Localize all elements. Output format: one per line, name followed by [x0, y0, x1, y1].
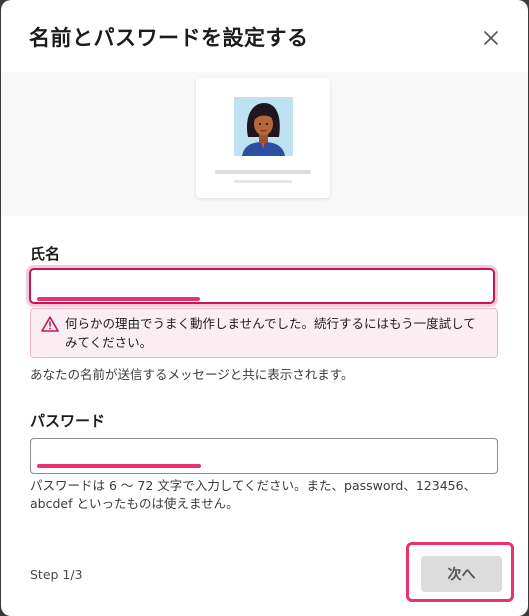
- annotation-underline: [37, 464, 201, 468]
- placeholder-line: [234, 180, 292, 183]
- name-label: 氏名: [30, 245, 61, 263]
- name-hint: あなたの名前が送信するメッセージと共に表示されます。: [30, 367, 354, 382]
- close-icon: [484, 31, 498, 45]
- annotation-underline: [37, 297, 200, 301]
- next-button[interactable]: 次へ: [421, 556, 502, 592]
- error-message: 何らかの理由でうまく動作しませんでした。続行するにはもう一度試してみてください。: [65, 316, 476, 350]
- password-label: パスワード: [30, 412, 106, 430]
- profile-illustration: [1, 72, 528, 216]
- name-input[interactable]: [29, 268, 495, 304]
- password-input[interactable]: [30, 438, 498, 474]
- error-banner: 何らかの理由でうまく動作しませんでした。続行するにはもう一度試してみてください。: [30, 308, 498, 358]
- person-avatar-icon: [234, 97, 293, 156]
- warning-icon: [41, 316, 59, 332]
- dialog-header: 名前とパスワードを設定する: [1, 0, 528, 72]
- password-hint: パスワードは 6 ～ 72 文字で入力してください。また、password、12…: [30, 478, 477, 511]
- placeholder-line: [215, 170, 311, 174]
- dialog-title: 名前とパスワードを設定する: [29, 26, 309, 50]
- step-indicator: Step 1/3: [30, 567, 83, 582]
- profile-card: [196, 78, 330, 198]
- dialog: 名前とパスワードを設定する 氏名 何らかの理由でうまく動作しませんでした。続行す…: [1, 0, 528, 616]
- close-button[interactable]: [477, 24, 505, 52]
